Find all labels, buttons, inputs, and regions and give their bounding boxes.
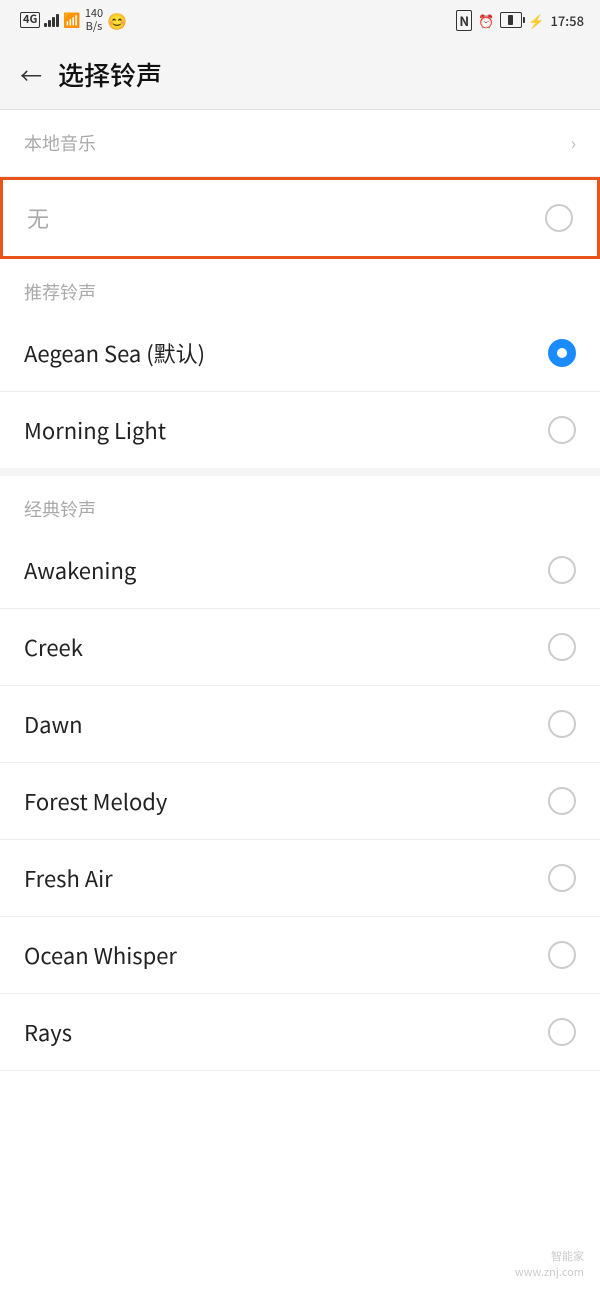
watermark-line2: www.znj.com (515, 1264, 584, 1280)
ringtone-name: Morning Light (24, 414, 166, 446)
ringtone-radio-button[interactable] (548, 864, 576, 892)
ringtone-radio-button[interactable] (548, 633, 576, 661)
ringtone-row[interactable]: Creek (0, 609, 600, 686)
signal-bars (44, 13, 59, 27)
ringtone-row[interactable]: Aegean Sea (默认) (0, 315, 600, 392)
ringtone-row[interactable]: Morning Light (0, 392, 600, 468)
ringtone-radio-button[interactable] (548, 416, 576, 444)
nfc-icon: N (456, 10, 472, 31)
recommended-title: 推荐铃声 (24, 279, 96, 305)
status-right: N ⏰ ⚡ 17:58 (456, 10, 584, 31)
ringtone-radio-button[interactable] (548, 556, 576, 584)
ringtone-radio-button[interactable] (548, 710, 576, 738)
ringtone-name: Aegean Sea (默认) (24, 337, 205, 369)
ringtone-name: Ocean Whisper (24, 939, 177, 971)
watermark-line1: 智能家 (551, 1248, 584, 1264)
ringtone-row[interactable]: Fresh Air (0, 840, 600, 917)
none-label: 无 (27, 202, 49, 234)
signal-bar-1 (44, 23, 47, 27)
alarm-icon: ⏰ (478, 11, 494, 30)
local-music-row[interactable]: 本地音乐 › (0, 110, 600, 177)
page-title: 选择铃声 (58, 56, 162, 93)
ringtone-name: Creek (24, 631, 83, 663)
ringtone-row[interactable]: Dawn (0, 686, 600, 763)
network-speed: 140B/s (85, 7, 103, 33)
wifi-icon: 📶 (63, 10, 80, 30)
local-music-label: 本地音乐 (24, 130, 96, 156)
signal-bar-3 (52, 17, 55, 27)
ringtone-row[interactable]: Awakening (0, 532, 600, 609)
status-bar: 4G 📶 140B/s 😊 N ⏰ ⚡ 17:58 (0, 0, 600, 40)
charging-icon: ⚡ (528, 11, 544, 30)
ringtone-radio-button[interactable] (548, 787, 576, 815)
ringtone-name: Dawn (24, 708, 83, 740)
battery-icon (500, 12, 522, 28)
ringtone-radio-button[interactable] (548, 339, 576, 367)
none-ringtone-row[interactable]: 无 (0, 177, 600, 259)
ringtone-name: Rays (24, 1016, 72, 1048)
ringtone-name: Fresh Air (24, 862, 113, 894)
ringtone-row[interactable]: Forest Melody (0, 763, 600, 840)
emoji-icon: 😊 (107, 8, 127, 32)
back-button[interactable]: ← (20, 59, 42, 91)
ringtone-radio-button[interactable] (548, 1018, 576, 1046)
signal-bar-2 (48, 20, 51, 27)
section-divider (0, 468, 600, 476)
content-area: 本地音乐 › 无 推荐铃声 Aegean Sea (默认) Morning Li… (0, 110, 600, 1071)
none-radio-button[interactable] (545, 204, 573, 232)
ringtone-radio-button[interactable] (548, 941, 576, 969)
network-type: 4G (20, 12, 40, 27)
classic-section-header: 经典铃声 (0, 476, 600, 532)
battery-fill (508, 15, 513, 25)
status-left: 4G 📶 140B/s 😊 (20, 7, 127, 33)
ringtone-name: Forest Melody (24, 785, 167, 817)
ringtone-row[interactable]: Ocean Whisper (0, 917, 600, 994)
watermark: 智能家 www.znj.com (515, 1249, 584, 1280)
chevron-right-icon: › (571, 130, 576, 156)
ringtone-row[interactable]: Rays (0, 994, 600, 1071)
clock-time: 17:58 (550, 11, 584, 30)
recommended-section-header: 推荐铃声 (0, 259, 600, 315)
signal-bar-4 (56, 14, 59, 27)
page-header: ← 选择铃声 (0, 40, 600, 110)
ringtone-name: Awakening (24, 554, 136, 586)
classic-title: 经典铃声 (24, 496, 96, 522)
